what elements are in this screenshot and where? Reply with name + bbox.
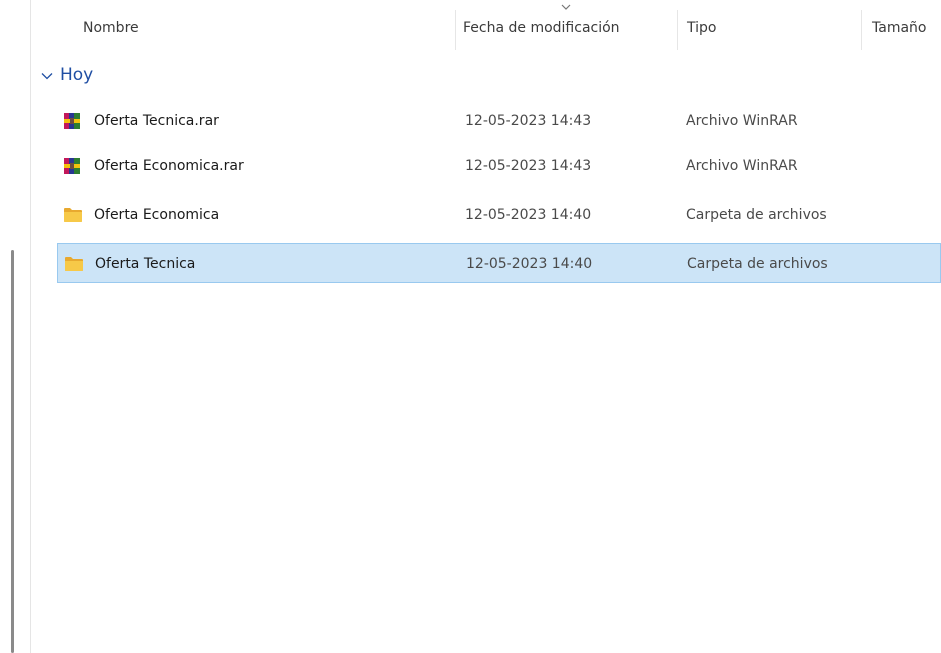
folder-icon: [64, 255, 83, 273]
winrar-archive-icon: [63, 112, 81, 130]
column-resize-handle[interactable]: [455, 10, 456, 50]
column-resize-handle[interactable]: [861, 10, 862, 50]
file-type: Carpeta de archivos: [686, 207, 827, 223]
file-modified: 12-05-2023 14:40: [466, 256, 593, 272]
column-header-size[interactable]: Tamaño: [872, 0, 926, 56]
chevron-down-icon: [40, 68, 54, 82]
file-row[interactable]: Oferta Economica 12-05-2023 14:40 Carpet…: [57, 195, 941, 235]
file-name: Oferta Tecnica.rar: [94, 113, 219, 129]
sort-descending-icon: [561, 4, 571, 10]
file-name: Oferta Economica.rar: [94, 158, 244, 174]
column-resize-handle[interactable]: [677, 10, 678, 50]
file-modified: 12-05-2023 14:40: [465, 207, 592, 223]
file-type: Archivo WinRAR: [686, 113, 798, 129]
navigation-pane: [0, 0, 30, 653]
file-row[interactable]: Oferta Tecnica.rar 12-05-2023 14:43 Arch…: [57, 101, 941, 141]
file-modified: 12-05-2023 14:43: [465, 113, 592, 129]
winrar-archive-icon: [63, 157, 81, 175]
pane-divider[interactable]: [30, 0, 31, 653]
file-type: Archivo WinRAR: [686, 158, 798, 174]
column-header-bar: Nombre Fecha de modificación Tipo Tamaño: [31, 0, 941, 56]
column-header-modified[interactable]: Fecha de modificación: [463, 0, 620, 56]
file-name: Oferta Tecnica: [95, 256, 196, 272]
file-row[interactable]: Oferta Economica.rar 12-05-2023 14:43 Ar…: [57, 146, 941, 186]
group-label: Hoy: [60, 65, 94, 85]
file-type: Carpeta de archivos: [687, 256, 828, 272]
column-header-type[interactable]: Tipo: [687, 0, 716, 56]
group-header-today[interactable]: Hoy: [40, 62, 93, 88]
file-modified: 12-05-2023 14:43: [465, 158, 592, 174]
column-header-name[interactable]: Nombre: [83, 0, 139, 56]
file-row-selected[interactable]: Oferta Tecnica 12-05-2023 14:40 Carpeta …: [57, 243, 941, 283]
navigation-scrollbar[interactable]: [11, 250, 14, 653]
folder-icon: [63, 206, 82, 224]
file-name: Oferta Economica: [94, 207, 220, 223]
